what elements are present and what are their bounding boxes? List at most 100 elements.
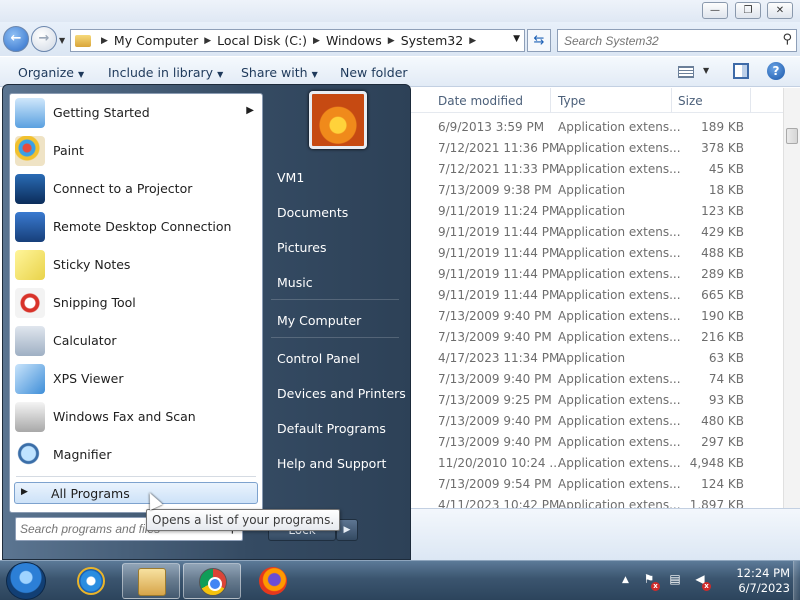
taskbar-windows-explorer[interactable] — [122, 563, 180, 599]
program-item-calculator[interactable]: Calculator — [10, 322, 262, 360]
system-clock[interactable]: 12:24 PM 6/7/2023 — [712, 566, 790, 596]
table-row[interactable]: 9/11/2019 11:44 PM Application extens... 6… — [410, 285, 783, 306]
start-link-devices-and-printers[interactable]: Devices and Printers — [266, 380, 406, 406]
cell-type: Application extens... — [558, 414, 681, 428]
all-programs-button[interactable]: ▶ All Programs — [14, 482, 258, 504]
column-header-date[interactable]: Date modified — [438, 94, 523, 108]
breadcrumb-my-computer[interactable]: My Computer — [114, 33, 198, 48]
views-dropdown-icon[interactable]: ▼ — [703, 66, 709, 75]
table-row[interactable]: 7/13/2009 9:38 PM Application 18 KB — [410, 180, 783, 201]
submenu-arrow-icon[interactable]: ▶ — [246, 105, 254, 116]
table-row[interactable]: 7/13/2009 9:25 PM Application extens... 93… — [410, 390, 783, 411]
taskbar-firefox[interactable] — [244, 563, 302, 599]
organize-menu[interactable]: Organize ▼ — [18, 65, 84, 80]
start-link-my-computer[interactable]: My Computer — [266, 307, 406, 333]
program-item-sticky-notes[interactable]: Sticky Notes — [10, 246, 262, 284]
table-row[interactable]: 7/12/2021 11:33 PM Application extens... 4… — [410, 159, 783, 180]
table-row[interactable]: 7/13/2009 9:40 PM Application extens... 74… — [410, 369, 783, 390]
action-center-flag-icon[interactable]: ⚑ — [641, 572, 660, 591]
firefox-icon — [259, 567, 287, 595]
column-divider[interactable] — [550, 88, 551, 113]
minimize-button[interactable]: — — [702, 2, 728, 19]
forward-button[interactable]: → — [31, 26, 57, 52]
address-bar[interactable]: ▶ My Computer ▶ Local Disk (C:) ▶ Window… — [70, 29, 525, 52]
help-icon[interactable]: ? — [767, 62, 785, 80]
recent-pages-dropdown[interactable]: ▼ — [59, 36, 65, 45]
show-desktop-button[interactable] — [793, 561, 800, 600]
table-row[interactable]: 7/12/2021 11:36 PM Application extens... 3… — [410, 138, 783, 159]
program-item-getting-started[interactable]: Getting Started ▶ — [10, 94, 262, 132]
start-link-pictures[interactable]: Pictures — [266, 234, 406, 260]
program-item-windows-fax-and-scan[interactable]: Windows Fax and Scan — [10, 398, 262, 436]
table-row[interactable]: 4/11/2023 10:42 PM Application extens... 1… — [410, 495, 783, 508]
start-link-vm1[interactable]: VM1 — [266, 164, 406, 190]
breadcrumb-separator[interactable]: ▶ — [101, 36, 108, 46]
cell-date: 7/13/2009 9:25 PM — [438, 393, 552, 407]
program-item-magnifier[interactable]: Magnifier — [10, 436, 262, 474]
cell-type: Application — [558, 204, 626, 218]
breadcrumb-separator[interactable]: ▶ — [388, 36, 395, 46]
breadcrumb-separator[interactable]: ▶ — [469, 36, 476, 46]
maximize-button[interactable]: ❐ — [735, 2, 761, 19]
taskbar-chrome[interactable] — [183, 563, 241, 599]
table-row[interactable]: 6/9/2013 3:59 PM Application extens... 189… — [410, 117, 783, 138]
change-view-icon[interactable] — [678, 66, 694, 78]
program-item-xps-viewer[interactable]: XPS Viewer — [10, 360, 262, 398]
table-row[interactable]: 9/11/2019 11:24 PM Application 123 KB — [410, 201, 783, 222]
network-icon[interactable]: ▤ — [667, 572, 683, 588]
cell-size: 488 KB — [701, 246, 744, 260]
column-header-size[interactable]: Size — [678, 94, 703, 108]
share-with-menu[interactable]: Share with ▼ — [241, 65, 318, 80]
breadcrumb-local-disk[interactable]: Local Disk (C:) — [217, 33, 307, 48]
column-header-type[interactable]: Type — [558, 94, 586, 108]
address-dropdown-icon[interactable]: ▼ — [513, 34, 520, 44]
user-picture[interactable] — [309, 91, 367, 149]
search-input[interactable] — [558, 30, 773, 51]
table-row[interactable]: 9/11/2019 11:44 PM Application extens... 4… — [410, 222, 783, 243]
start-link-control-panel[interactable]: Control Panel — [266, 345, 406, 371]
speaker-icon[interactable]: ◀ — [692, 572, 711, 591]
close-button[interactable]: ✕ — [767, 2, 793, 19]
search-icon[interactable]: ⚲ — [782, 32, 792, 47]
table-row[interactable]: 11/20/2010 10:24 ... Application extens..… — [410, 453, 783, 474]
breadcrumb-separator[interactable]: ▶ — [204, 36, 211, 46]
start-link-documents[interactable]: Documents — [266, 199, 406, 225]
table-row[interactable]: 9/11/2019 11:44 PM Application extens... 4… — [410, 243, 783, 264]
table-row[interactable]: 7/13/2009 9:54 PM Application extens... 12… — [410, 474, 783, 495]
program-item-remote-desktop-connection[interactable]: Remote Desktop Connection — [10, 208, 262, 246]
preview-pane-icon[interactable] — [733, 63, 749, 79]
table-row[interactable]: 7/13/2009 9:40 PM Application extens... 19… — [410, 306, 783, 327]
cell-date: 7/13/2009 9:40 PM — [438, 435, 552, 449]
start-link-default-programs[interactable]: Default Programs — [266, 415, 406, 441]
back-button[interactable]: ← — [3, 26, 29, 52]
column-divider[interactable] — [671, 88, 672, 113]
cell-size: 1,897 KB — [689, 498, 744, 508]
column-divider[interactable] — [750, 88, 751, 113]
program-item-connect-to-a-projector[interactable]: Connect to a Projector — [10, 170, 262, 208]
vertical-scrollbar[interactable] — [783, 88, 800, 508]
breadcrumb-separator[interactable]: ▶ — [313, 36, 320, 46]
include-in-library-menu[interactable]: Include in library ▼ — [108, 65, 223, 80]
taskbar-internet-explorer[interactable] — [62, 563, 120, 599]
table-row[interactable]: 7/13/2009 9:40 PM Application extens... 48… — [410, 411, 783, 432]
scrollbar-thumb[interactable] — [786, 128, 798, 144]
breadcrumb-windows[interactable]: Windows — [326, 33, 382, 48]
file-list[interactable]: Date modified Type Size 6/9/2013 3:59 PM… — [410, 88, 783, 508]
chrome-icon — [199, 568, 227, 596]
show-hidden-icons-arrow-icon[interactable]: ▲ — [622, 575, 629, 585]
program-item-snipping-tool[interactable]: Snipping Tool — [10, 284, 262, 322]
breadcrumb-system32[interactable]: System32 — [401, 33, 464, 48]
table-row[interactable]: 7/13/2009 9:40 PM Application extens... 21… — [410, 327, 783, 348]
internet-explorer-icon — [77, 567, 105, 595]
start-link-help-and-support[interactable]: Help and Support — [266, 450, 406, 476]
new-folder-button[interactable]: New folder — [340, 65, 408, 80]
table-row[interactable]: 7/13/2009 9:40 PM Application extens... 29… — [410, 432, 783, 453]
table-row[interactable]: 9/11/2019 11:44 PM Application extens... 2… — [410, 264, 783, 285]
table-row[interactable]: 4/17/2023 11:34 PM Application 63 KB — [410, 348, 783, 369]
refresh-button[interactable]: ⇆ — [527, 29, 551, 52]
program-item-paint[interactable]: Paint — [10, 132, 262, 170]
search-box[interactable]: ⚲ — [557, 29, 797, 52]
start-button[interactable] — [6, 562, 46, 600]
folder-icon — [75, 34, 91, 47]
start-link-music[interactable]: Music — [266, 269, 406, 295]
